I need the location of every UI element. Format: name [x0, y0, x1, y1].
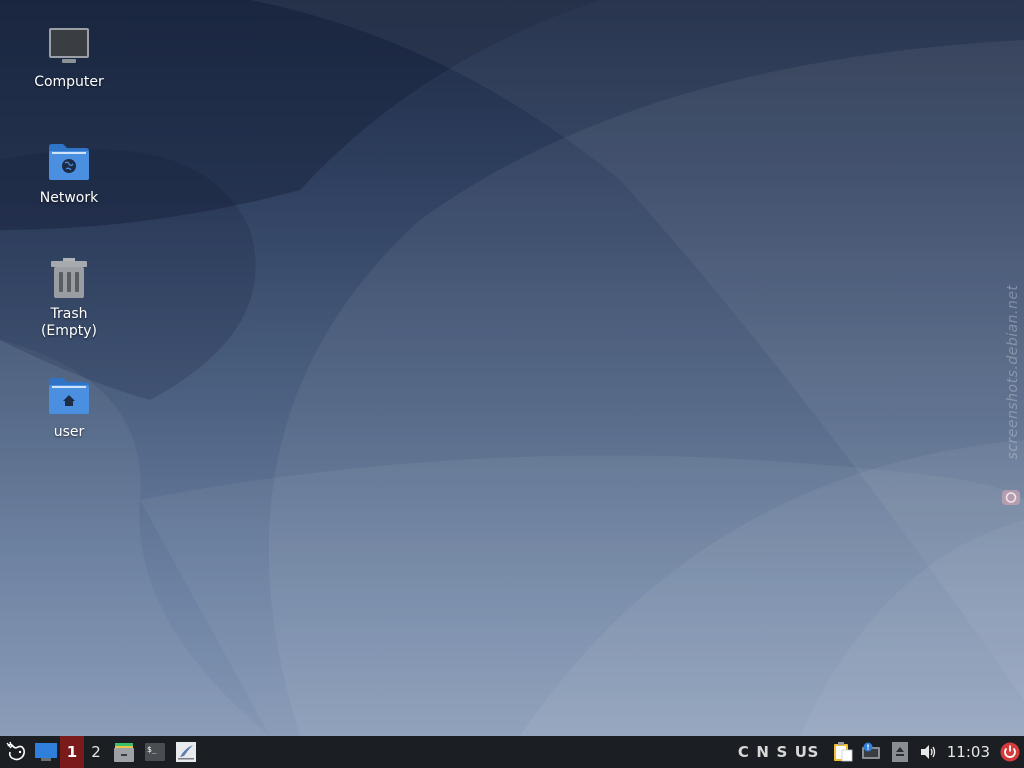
keyboard-indicators[interactable]: C N S US — [738, 743, 829, 761]
desktop-icon-trash[interactable]: Trash (Empty) — [19, 256, 119, 340]
caps-lock-indicator: C — [737, 743, 750, 761]
computer-icon — [47, 24, 91, 68]
watermark-text: screenshots.debian.net — [1005, 284, 1021, 460]
desktop-icon-computer[interactable]: Computer — [19, 24, 119, 91]
scroll-lock-indicator: S — [776, 743, 788, 761]
desktop-icon-label: Trash (Empty) — [40, 306, 98, 339]
keyboard-layout-indicator: US — [794, 743, 819, 761]
power-button[interactable] — [996, 736, 1024, 768]
volume-button[interactable] — [915, 736, 943, 768]
xfce-mouse-icon — [6, 741, 25, 761]
desktop-icon-label: Network — [39, 190, 99, 206]
desktop[interactable]: Computer Network Trash (Empty) user scre… — [0, 0, 1024, 736]
trash-icon — [47, 256, 91, 300]
workspace-1-button[interactable]: 1 — [60, 736, 84, 768]
desktop-icon-label: Computer — [34, 74, 104, 90]
desktop-icon-label: user — [53, 424, 85, 440]
text-editor-icon — [176, 742, 196, 762]
eject-icon — [891, 742, 908, 762]
eject-button[interactable] — [885, 736, 915, 768]
terminal-icon: $_ — [145, 743, 165, 761]
file-manager-launcher[interactable] — [108, 736, 140, 768]
desktop-icon-network[interactable]: Network — [19, 140, 119, 207]
home-folder-icon — [47, 374, 91, 418]
power-icon — [1000, 742, 1020, 762]
network-folder-icon — [47, 140, 91, 184]
wallpaper — [0, 0, 1024, 736]
num-lock-indicator: N — [756, 743, 770, 761]
taskbar: 1 2 $_ C N S US 11:03 — [0, 736, 1024, 768]
clipboard-button[interactable] — [829, 736, 857, 768]
workspace-2-button[interactable]: 2 — [84, 736, 108, 768]
network-notification-button[interactable] — [857, 736, 885, 768]
clock[interactable]: 11:03 — [943, 736, 996, 768]
desktop-icon — [35, 743, 57, 761]
camera-icon — [1002, 490, 1020, 505]
applications-menu-button[interactable] — [0, 736, 32, 768]
clipboard-icon — [833, 742, 853, 762]
svg-text:$_: $_ — [147, 745, 157, 754]
text-editor-launcher[interactable] — [170, 736, 202, 768]
desktop-icon-user-home[interactable]: user — [19, 374, 119, 441]
file-manager-icon — [114, 743, 134, 762]
volume-icon — [920, 745, 935, 759]
show-desktop-button[interactable] — [32, 736, 60, 768]
terminal-launcher[interactable]: $_ — [140, 736, 170, 768]
network-notify-icon — [861, 742, 880, 759]
